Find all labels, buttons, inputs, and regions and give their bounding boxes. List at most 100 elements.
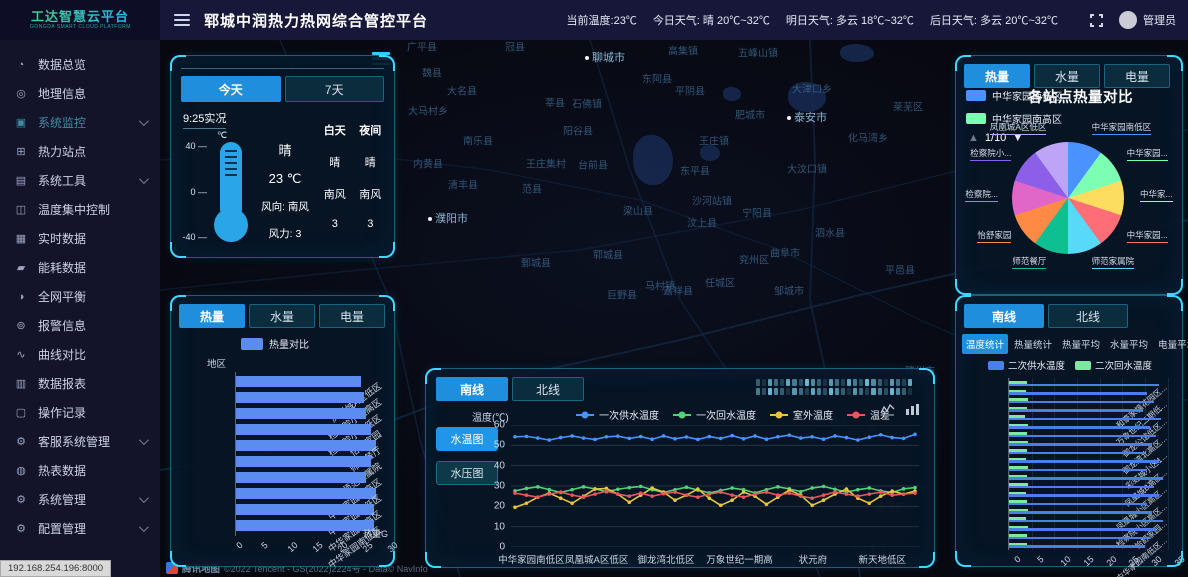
legend-item-一次回水温度[interactable]: 一次回水温度 — [673, 407, 756, 422]
sidebar-item-service-system[interactable]: ⚙客服系统管理 — [0, 427, 160, 456]
x-tick: 5 — [1035, 554, 1045, 565]
subtab-水量平均[interactable]: 水量平均 — [1106, 334, 1152, 354]
log-icon: ▢ — [14, 406, 28, 419]
pie-slice-label: 中华家园... — [1127, 229, 1168, 243]
thermostat-icon: ◫ — [14, 203, 28, 216]
fullscreen-icon[interactable] — [1090, 14, 1103, 27]
tab-电量[interactable]: 电量 — [319, 304, 385, 328]
bar-师范家属院 — [236, 456, 371, 467]
legend-label: 二次回水温度 — [1095, 358, 1152, 372]
sidebar-item-meter-data[interactable]: ◍热表数据 — [0, 456, 160, 485]
tab-水量[interactable]: 水量 — [249, 304, 315, 328]
tab-南线[interactable]: 南线 — [964, 304, 1044, 328]
subtab-热量统计[interactable]: 热量统计 — [1010, 334, 1056, 354]
day-night-value: 3 — [353, 218, 389, 230]
sidebar-item-data-report[interactable]: ▥数据报表 — [0, 369, 160, 398]
bar-supply-temp — [1009, 494, 1159, 497]
heat-bar-chart: 凤凰城A区低区检察院小区高区检察院小区低区怡舒家园师范餐厅师范家属院中华家园北高… — [235, 372, 384, 536]
sidebar-item-heat-stations[interactable]: ⊞热力站点 — [0, 137, 160, 166]
meter-icon: ◍ — [14, 464, 28, 477]
subtab-热量平均[interactable]: 热量平均 — [1058, 334, 1104, 354]
sidebar-item-label: 报警信息 — [38, 317, 86, 334]
bar-师范餐厅 — [236, 440, 376, 451]
subtab-电量平均[interactable]: 电量平均 — [1154, 334, 1188, 354]
tab-水量[interactable]: 水量 — [1034, 64, 1100, 88]
tab-北线[interactable]: 北线 — [1048, 304, 1128, 328]
balance-icon: ◑ — [14, 291, 28, 303]
sidebar-item-system-manage[interactable]: ⚙系统管理 — [0, 485, 160, 514]
sidebar-item-label: 热力站点 — [38, 143, 86, 160]
sidebar-item-alarm-info[interactable]: ⊚报警信息 — [0, 311, 160, 340]
logo: 工达智慧云平台 GONGDA SMART CLOUD PLATFORM — [0, 0, 160, 40]
thermometer: ℃ 40 —0 —-40 — — [181, 134, 247, 250]
pager-up-icon[interactable]: ▲ — [968, 132, 979, 144]
tab-电量[interactable]: 电量 — [1104, 64, 1170, 88]
legend-item-一次供水温度[interactable]: 一次供水温度 — [576, 407, 659, 422]
sidebar-item-system-monitor[interactable]: ▣系统监控 — [0, 108, 160, 137]
legend-item-二次供水温度[interactable]: 二次供水温度 — [988, 358, 1065, 372]
x-tick: 15 — [311, 540, 325, 554]
water-pressure-chart-button[interactable]: 水压图 — [436, 461, 498, 485]
user-menu[interactable]: 管理员 — [1119, 11, 1176, 29]
legend-marker — [770, 414, 788, 416]
sidebar-item-config-manage[interactable]: ⚙配置管理 — [0, 514, 160, 543]
menu-collapse-icon[interactable] — [174, 14, 190, 26]
map-canvas[interactable]: 腾讯地图 ©2022 Tencent - GS(2022)2224号 - Dat… — [160, 40, 1188, 577]
chart-toolbox — [880, 403, 920, 416]
toolbox-icon: ▤ — [14, 174, 28, 187]
pie-legend-item[interactable]: 中华家园南低区 — [966, 88, 1062, 103]
map-place-label: 巨野县 — [607, 287, 637, 302]
line-legend: 一次供水温度一次回水温度室外温度温差 — [576, 407, 890, 422]
tab-7天[interactable]: 7天 — [285, 76, 385, 102]
logo-subtitle: GONGDA SMART CLOUD PLATFORM — [29, 24, 130, 30]
legend-item-室外温度[interactable]: 室外温度 — [770, 407, 833, 422]
tab-南线[interactable]: 南线 — [436, 377, 508, 401]
bar-supply-temp — [1009, 443, 1152, 446]
x-tick: 20 — [1104, 554, 1118, 568]
y-tick: 0 — [499, 542, 511, 553]
legend-item-二次回水温度[interactable]: 二次回水温度 — [1075, 358, 1152, 372]
water-temp-chart-button[interactable]: 水温图 — [436, 427, 498, 451]
sidebar-item-temp-central-control[interactable]: ◫温度集中控制 — [0, 195, 160, 224]
sidebar-item-curve-compare[interactable]: ∿曲线对比 — [0, 340, 160, 369]
legend-label: 热量对比 — [269, 336, 309, 351]
legend-label: 一次供水温度 — [599, 407, 659, 422]
tab-今天[interactable]: 今天 — [181, 76, 281, 102]
sidebar-item-label: 数据报表 — [38, 375, 86, 392]
energy-type-tabs: 热量水量电量 — [179, 304, 385, 328]
map-place-label: 东平县 — [680, 163, 710, 178]
subtab-温度统计[interactable]: 温度统计 — [962, 334, 1008, 354]
sidebar: ◔数据总览◎地理信息▣系统监控⊞热力站点▤系统工具◫温度集中控制▦实时数据▰能耗… — [0, 40, 160, 577]
tab-热量[interactable]: 热量 — [179, 304, 245, 328]
sidebar-item-geo-info[interactable]: ◎地理信息 — [0, 79, 160, 108]
sidebar-item-realtime-data[interactable]: ▦实时数据 — [0, 224, 160, 253]
legend-swatch — [1075, 361, 1091, 370]
line-chart-type-icon[interactable] — [880, 403, 895, 416]
map-place-label: 王庄集村 — [526, 156, 566, 171]
map-place-label: 清丰县 — [448, 177, 478, 192]
sidebar-item-operation-log[interactable]: ▢ 操作记录 — [0, 398, 160, 427]
legend-swatch — [966, 113, 986, 124]
weather-day-night-table: 白天夜间晴晴南风南风33 — [317, 122, 388, 230]
sidebar-item-system-tools[interactable]: ▤系统工具 — [0, 166, 160, 195]
x-tick: 15 — [1082, 554, 1096, 568]
sidebar-item-label: 操作记录 — [38, 404, 86, 421]
pie-slice-label: 怡舒家园 — [977, 229, 1011, 243]
page-title: 郓城中润热力热网综合管控平台 — [204, 10, 428, 31]
legend-swatch — [241, 338, 263, 350]
tab-热量[interactable]: 热量 — [964, 64, 1030, 88]
tab-北线[interactable]: 北线 — [512, 377, 584, 401]
bar-chart-type-icon[interactable] — [905, 403, 920, 416]
bar-supply-temp — [1009, 528, 1156, 531]
sidebar-item-energy-data[interactable]: ▰能耗数据 — [0, 253, 160, 282]
x-axis-unit: 热量G — [363, 527, 388, 540]
stats-metric-tabs: 温度统计热量统计热量平均水量平均电量平均 — [962, 334, 1180, 354]
day-night-value: 3 — [317, 218, 353, 230]
status-url: 192.168.254.196:8000 — [0, 560, 111, 577]
map-place-label: 梁山县 — [623, 203, 653, 218]
sidebar-item-network-balance[interactable]: ◑全网平衡 — [0, 282, 160, 311]
sidebar-item-data-overview[interactable]: ◔数据总览 — [0, 50, 160, 79]
bar-凤凰城A区低区 — [236, 376, 361, 387]
map-place-label: 泗水县 — [815, 225, 845, 240]
map-place-label: 阳谷县 — [563, 123, 593, 138]
